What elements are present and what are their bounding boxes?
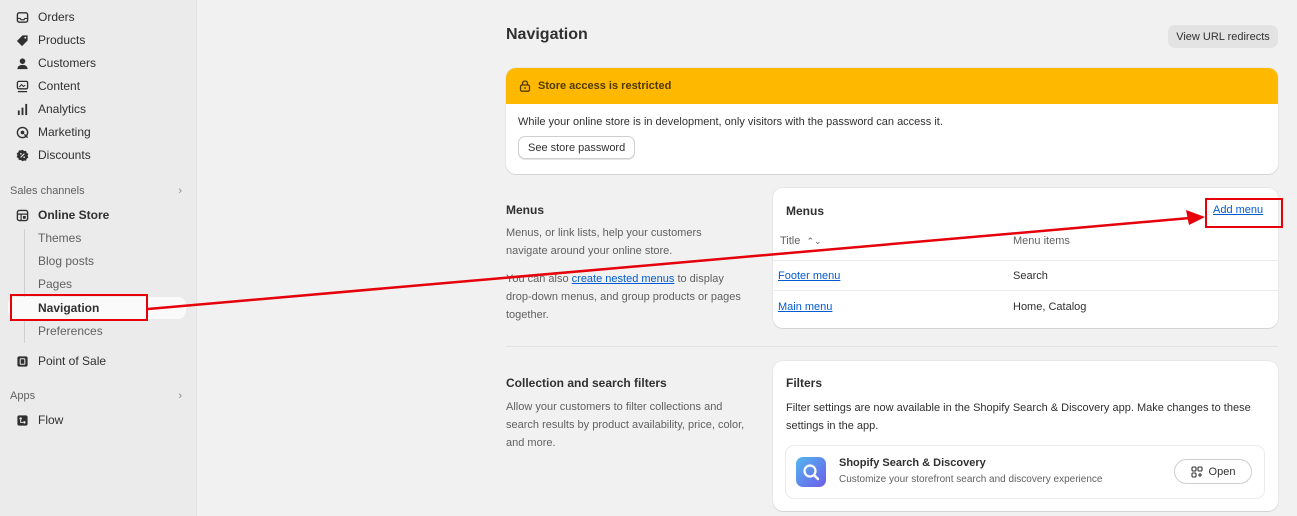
sidebar-sub-preferences[interactable]: Preferences	[38, 321, 103, 341]
banner-title: Store access is restricted	[538, 80, 672, 92]
sidebar-item-marketing[interactable]: Marketing	[16, 122, 91, 142]
sidebar-item-point-of-sale[interactable]: Point of Sale	[16, 351, 106, 371]
sidebar-item-label: Marketing	[38, 125, 91, 139]
create-nested-menus-link[interactable]: create nested menus	[572, 273, 675, 285]
flow-icon	[16, 414, 29, 427]
pos-icon	[16, 355, 29, 368]
sidebar-item-label: Discounts	[38, 148, 91, 162]
column-header-menu-items: Menu items	[1013, 235, 1070, 247]
sidebar-item-label: Customers	[38, 56, 97, 70]
orders-icon	[16, 11, 29, 24]
sales-channels-header[interactable]: Sales channels ›	[10, 182, 182, 200]
menus-section-desc-1: Menus, or link lists, help your customer…	[506, 227, 702, 257]
menus-section-desc-2: You can also create nested menus to disp…	[506, 270, 746, 324]
sidebar-item-orders[interactable]: Orders	[16, 7, 75, 27]
annotation-box-add-menu	[1205, 198, 1283, 228]
section-label: Sales channels	[10, 185, 85, 197]
chevron-right-icon: ›	[178, 185, 182, 197]
filters-section-desc: Allow your customers to filter collectio…	[506, 401, 745, 449]
sidebar-item-discounts[interactable]: Discounts	[16, 145, 91, 165]
section-divider	[506, 346, 1278, 347]
open-app-button[interactable]: Open	[1174, 459, 1252, 484]
menus-card-title: Menus	[786, 204, 825, 218]
menus-card: Menus Add menu Title ⌃⌄ Menu items Foote…	[773, 188, 1278, 328]
sidebar-sub-themes[interactable]: Themes	[38, 228, 81, 248]
sidebar-item-label: Products	[38, 33, 86, 47]
store-access-banner: Store access is restricted While your on…	[506, 68, 1278, 174]
menus-section-title: Menus	[506, 203, 545, 217]
sidebar-item-flow[interactable]: Flow	[16, 410, 63, 430]
sidebar: Orders Products Customers Content Analyt…	[0, 0, 197, 516]
table-row-title-link[interactable]: Main menu	[778, 301, 832, 313]
person-icon	[16, 57, 29, 70]
sort-icon: ⌃⌄	[806, 236, 822, 246]
sidebar-item-label: Flow	[38, 413, 64, 427]
table-divider	[773, 260, 1278, 261]
banner-header: Store access is restricted	[506, 68, 1278, 104]
view-url-redirects-button[interactable]: View URL redirects	[1168, 25, 1278, 48]
table-row-title-link[interactable]: Footer menu	[778, 270, 840, 282]
sidebar-item-customers[interactable]: Customers	[16, 53, 96, 73]
tag-icon	[16, 34, 29, 47]
filters-card-title: Filters	[786, 376, 823, 390]
annotation-box-navigation	[10, 294, 148, 321]
app-description: Customize your storefront search and dis…	[839, 474, 1103, 485]
sidebar-item-label: Content	[38, 79, 81, 93]
sidebar-item-label: Orders	[38, 10, 75, 24]
column-header-title[interactable]: Title ⌃⌄	[780, 235, 822, 247]
table-divider	[773, 290, 1278, 291]
target-icon	[16, 126, 29, 139]
sidebar-item-content[interactable]: Content	[16, 76, 80, 96]
see-store-password-button[interactable]: See store password	[518, 136, 636, 159]
filters-card-text: Filter settings are now available in the…	[786, 402, 1251, 432]
apps-header[interactable]: Apps ›	[10, 387, 182, 405]
sidebar-item-label: Online Store	[38, 208, 110, 222]
sidebar-item-label: Point of Sale	[38, 354, 107, 368]
column-label: Title	[780, 235, 801, 247]
section-label: Apps	[10, 390, 36, 402]
discount-icon	[16, 149, 29, 162]
sidebar-sub-blog-posts[interactable]: Blog posts	[38, 251, 94, 271]
search-discovery-app-icon	[796, 457, 826, 487]
sidebar-sub-pages[interactable]: Pages	[38, 274, 72, 294]
chevron-right-icon: ›	[178, 390, 182, 402]
apps-grid-icon	[1190, 465, 1203, 478]
storefront-icon	[16, 209, 29, 222]
bar-chart-icon	[16, 103, 29, 116]
open-label: Open	[1208, 465, 1236, 478]
app-name: Shopify Search & Discovery	[839, 457, 986, 469]
sidebar-item-online-store[interactable]: Online Store	[16, 205, 109, 225]
lock-icon	[519, 80, 531, 92]
banner-body: While your online store is in developmen…	[506, 104, 1278, 171]
filters-section-title: Collection and search filters	[506, 376, 667, 390]
filters-card: Filters Filter settings are now availabl…	[773, 361, 1278, 511]
sidebar-item-analytics[interactable]: Analytics	[16, 99, 86, 119]
sidebar-item-products[interactable]: Products	[16, 30, 85, 50]
app-listing: Shopify Search & Discovery Customize you…	[785, 445, 1265, 499]
sidebar-item-label: Analytics	[38, 102, 87, 116]
page-title: Navigation	[506, 26, 588, 43]
desc-text: You can also	[506, 273, 572, 285]
submenu-guide-line	[24, 229, 25, 343]
banner-message: While your online store is in developmen…	[518, 116, 943, 128]
table-row-items: Home, Catalog	[1013, 301, 1087, 313]
content-icon	[16, 80, 29, 93]
table-row-items: Search	[1013, 270, 1048, 282]
